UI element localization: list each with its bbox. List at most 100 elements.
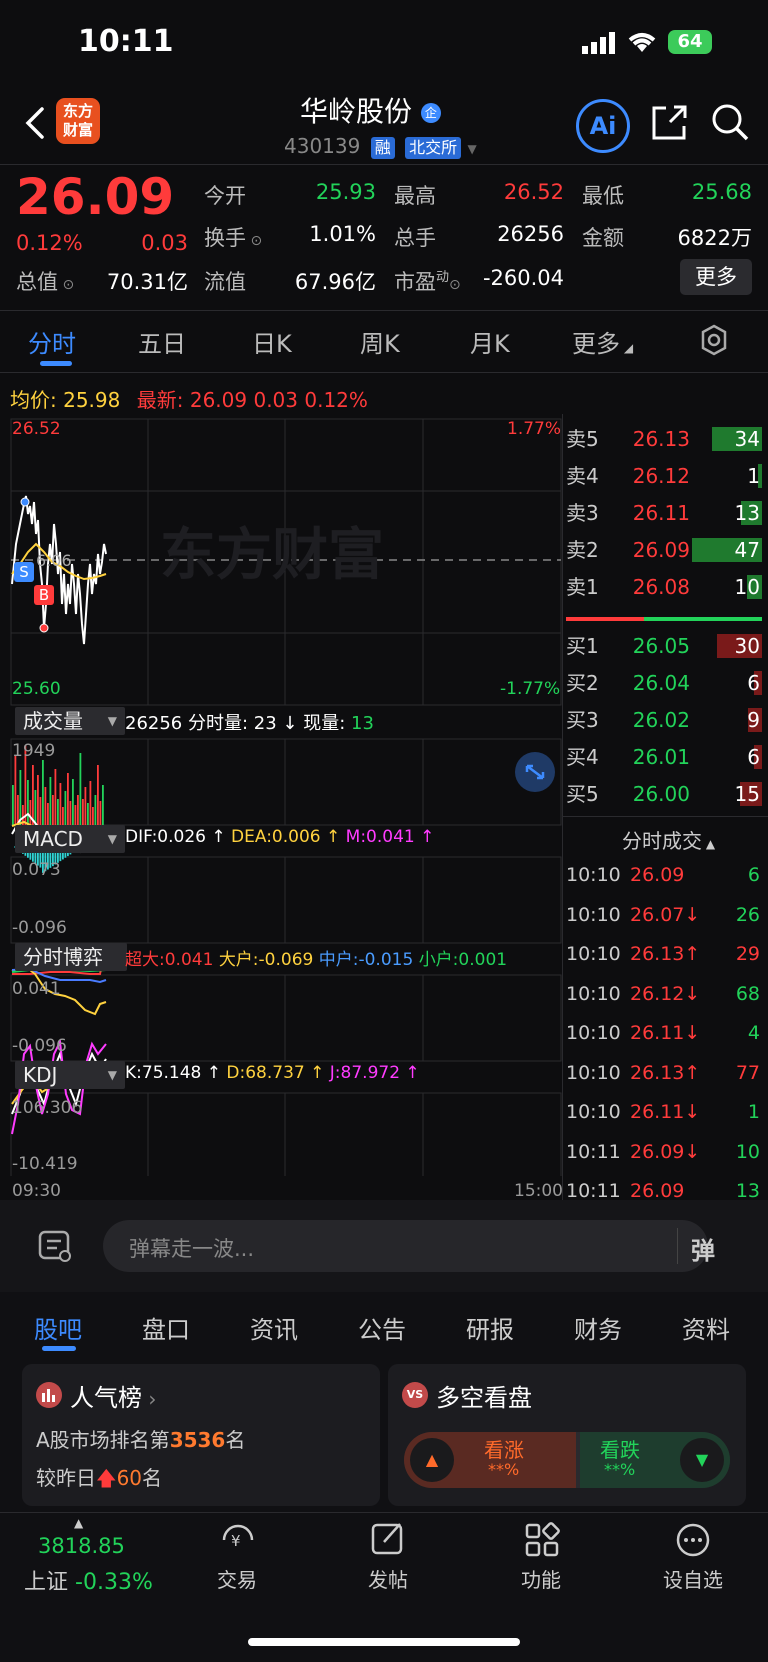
change-value: 0.03 xyxy=(141,231,188,255)
search-icon[interactable] xyxy=(710,102,750,142)
tab-pankou[interactable]: 盘口 xyxy=(142,1310,190,1345)
trade-time: 10:10 xyxy=(566,864,621,886)
current-price: 26.09 xyxy=(16,168,175,226)
ask-row: 卖5 26.13 34 xyxy=(566,421,762,458)
index-line[interactable]: 上证 -0.33% xyxy=(24,1564,153,1596)
danmu-toggle[interactable]: 弹 xyxy=(691,1231,715,1266)
tab-more[interactable]: 更多 ◢ xyxy=(572,324,633,359)
kdj-selector[interactable]: KDJ ▼ xyxy=(15,1061,125,1089)
stock-name: 华岭股份 企 xyxy=(300,90,441,130)
sell-marker[interactable]: S xyxy=(14,562,34,582)
popularity-title[interactable]: 人气榜 › xyxy=(70,1378,156,1413)
nav-functions[interactable]: 功能 xyxy=(491,1564,591,1593)
tab-guba[interactable]: 股吧 xyxy=(34,1310,82,1345)
trade-volume: 1 xyxy=(747,1101,760,1123)
trade-volume: 77 xyxy=(735,1061,760,1084)
trade-icon[interactable]: ¥ xyxy=(218,1522,258,1558)
settings-icon[interactable] xyxy=(698,324,730,356)
macd-info: DIF:0.026 ↑ DEA:0.006 ↑ M:0.041 ↑ xyxy=(125,827,435,847)
game-top-label: 0.041 xyxy=(12,979,61,999)
tab-five-day[interactable]: 五日 xyxy=(138,324,186,359)
tab-announcements[interactable]: 公告 xyxy=(358,1310,406,1345)
volume-bar xyxy=(52,795,54,825)
trade-time: 10:10 xyxy=(566,903,621,926)
chevron-down-icon[interactable]: ▼ xyxy=(467,142,476,156)
trade-row: 10:10 26.11↓ 4 xyxy=(566,1014,762,1054)
more-dots-icon[interactable] xyxy=(675,1522,711,1558)
trade-row: 10:10 26.11↓ 1 xyxy=(566,1093,762,1133)
volume-bar xyxy=(87,803,89,825)
watermark: 东方财富 xyxy=(160,523,384,588)
intraday-summary: 均价: 25.98 最新: 26.09 0.03 0.12% xyxy=(10,388,368,412)
status-time: 10:11 xyxy=(78,24,174,59)
kdj-top-label: 106.306 xyxy=(12,1098,83,1118)
volume-bar xyxy=(84,787,87,825)
long-short-title: 多空看盘 xyxy=(436,1384,532,1412)
pe-value: -260.04 xyxy=(482,266,564,290)
volume-bar xyxy=(27,780,29,825)
index-collapse-icon[interactable]: ▲ xyxy=(74,1516,83,1530)
tab-news[interactable]: 资讯 xyxy=(250,1310,298,1345)
tab-weekly-k[interactable]: 周K xyxy=(360,324,400,359)
volume-bar xyxy=(29,800,32,825)
trade-volume: 29 xyxy=(735,943,760,965)
trade-row: 10:10 26.07↓ 26 xyxy=(566,896,762,936)
index-value[interactable]: 3818.85 xyxy=(38,1534,125,1558)
enterprise-badge: 企 xyxy=(420,103,441,123)
bear-button[interactable]: 看跌 **% ▼ xyxy=(580,1432,730,1488)
trade-time: 10:10 xyxy=(566,943,621,965)
game-selector[interactable]: 分时博弈 xyxy=(15,943,127,971)
trades-title[interactable]: 分时成交 ▲ xyxy=(622,825,715,854)
bull-label: 看涨 xyxy=(484,1438,524,1462)
bear-pct: **% xyxy=(604,1460,636,1479)
volume-bar xyxy=(17,795,19,825)
home-indicator xyxy=(248,1638,520,1646)
bid-list: 买1 26.05 30 买2 26.04 6 买3 26.02 9 买4 26.01 6 买5 26.00… xyxy=(566,628,762,813)
share-icon[interactable] xyxy=(650,102,688,142)
functions-icon[interactable] xyxy=(524,1522,560,1558)
back-icon[interactable] xyxy=(24,106,46,140)
trade-row: 10:10 26.13↑ 77 xyxy=(566,1054,762,1094)
more-stats-button[interactable]: 更多 xyxy=(680,259,752,295)
buy-marker[interactable]: B xyxy=(34,585,54,605)
bid-volume: 9 xyxy=(747,708,760,732)
volume-selector[interactable]: 成交量 ▼ xyxy=(15,707,125,735)
ask-list: 卖5 26.13 34 卖4 26.12 1 卖3 26.11 13 卖2 26.09 47 卖1 26.… xyxy=(566,421,762,606)
bid-price: 26.05 xyxy=(632,634,690,658)
volume-bar xyxy=(62,807,64,825)
tab-research[interactable]: 研报 xyxy=(466,1310,514,1345)
signal-icon xyxy=(582,32,615,54)
ask-label: 卖4 xyxy=(566,464,599,488)
trade-time: 10:10 xyxy=(566,1061,621,1084)
nav-trade[interactable]: 交易 xyxy=(187,1564,287,1593)
tab-profile[interactable]: 资料 xyxy=(682,1310,730,1345)
tab-daily-k[interactable]: 日K xyxy=(252,324,292,359)
expand-chart-button[interactable] xyxy=(515,752,555,792)
ask-volume: 13 xyxy=(734,501,760,525)
wifi-icon xyxy=(628,33,656,52)
nav-watchlist[interactable]: 设自选 xyxy=(643,1564,743,1593)
chart-high-pct: 1.77% xyxy=(507,419,562,439)
ask-volume: 1 xyxy=(747,464,760,488)
bull-button[interactable]: ▲ 看涨 **% xyxy=(404,1432,576,1488)
macd-selector[interactable]: MACD ▼ xyxy=(15,825,125,853)
trade-price: 26.12↓ xyxy=(630,982,701,1005)
volume-bar xyxy=(64,791,67,825)
volume-bar xyxy=(39,797,42,825)
bid-volume: 6 xyxy=(747,671,760,695)
kdj-bottom-label: -10.419 xyxy=(12,1154,78,1174)
comment-toggle-icon[interactable] xyxy=(38,1230,74,1264)
popularity-card[interactable]: 人气榜 › A股市场排名第3536名 较昨日🡅60名 xyxy=(22,1364,380,1506)
popularity-rank: A股市场排名第3536名 xyxy=(36,1428,246,1452)
nav-post[interactable]: 发帖 xyxy=(338,1564,438,1593)
trade-price: 26.07↓ xyxy=(630,903,701,926)
tab-intraday[interactable]: 分时 xyxy=(28,324,76,359)
ai-button[interactable]: Ai xyxy=(576,99,630,153)
game-bottom-label: -0.096 xyxy=(12,1036,67,1056)
comment-input[interactable]: 弹幕走一波... 弹 xyxy=(103,1220,715,1272)
tab-finance[interactable]: 财务 xyxy=(574,1310,622,1345)
tab-monthly-k[interactable]: 月K xyxy=(470,324,510,359)
volume-bar xyxy=(42,760,44,825)
post-icon[interactable] xyxy=(370,1520,406,1556)
vote-bar: ▲ 看涨 **% 看跌 **% ▼ xyxy=(404,1432,730,1488)
